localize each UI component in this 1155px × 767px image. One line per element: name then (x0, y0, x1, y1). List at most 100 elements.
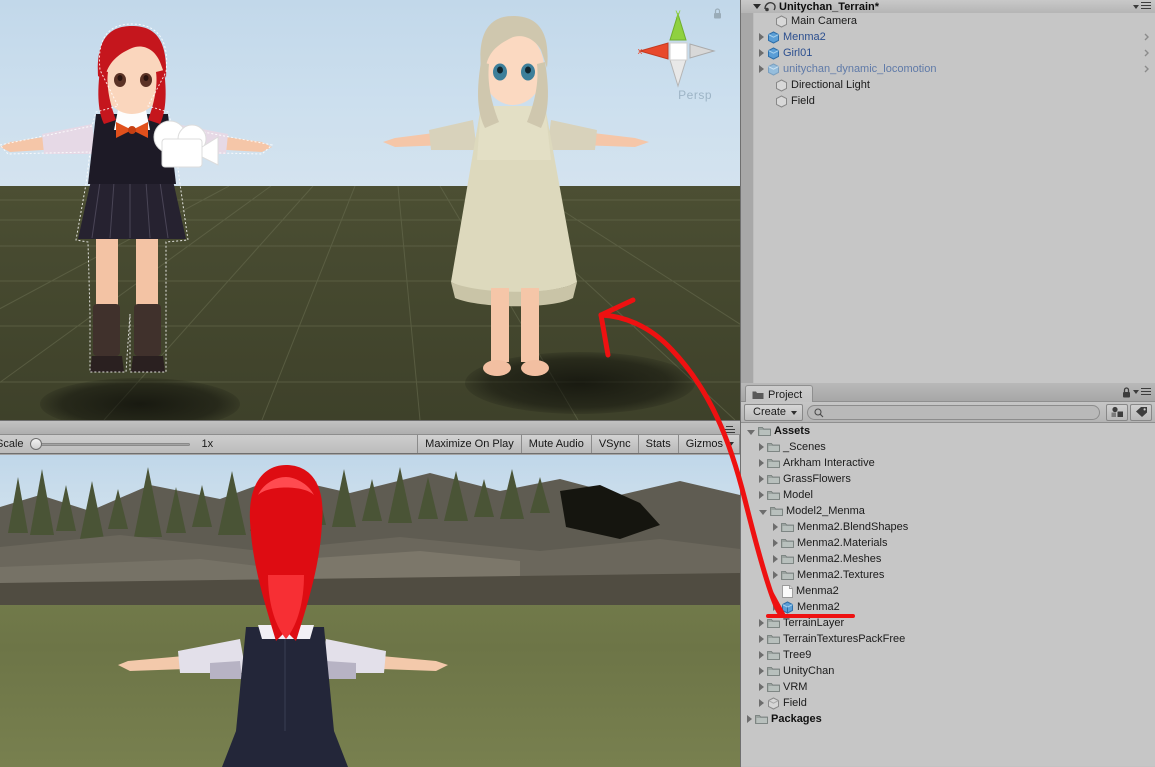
filter-by-type-button[interactable] (1106, 403, 1128, 421)
stats-button[interactable]: Stats (637, 435, 678, 453)
expand-arrow-icon[interactable] (759, 683, 764, 691)
expand-arrow-icon[interactable] (759, 443, 764, 451)
search-input[interactable] (828, 405, 1093, 419)
expand-arrow-icon[interactable] (759, 667, 764, 675)
hierarchy-panel[interactable]: Unitychan_Terrain* Main Camera Menma2 Gi… (740, 0, 1155, 383)
gizmos-button[interactable]: Gizmos (677, 435, 740, 453)
lock-icon[interactable] (1122, 387, 1131, 398)
prefab-open-chevron-icon[interactable] (1144, 65, 1149, 73)
expand-arrow-icon[interactable] (759, 635, 764, 643)
project-item-menma2-meshes[interactable]: Menma2.Meshes (741, 551, 1155, 567)
expand-arrow-icon[interactable] (759, 49, 764, 57)
project-tree[interactable]: Assets _Scenes Arkham Interactive GrassF… (741, 423, 1155, 766)
expand-arrow-icon[interactable] (759, 651, 764, 659)
game-view-menu-icon[interactable] (724, 426, 735, 434)
expand-arrow-icon[interactable] (759, 510, 767, 515)
expand-arrow-icon[interactable] (759, 65, 764, 73)
project-item-menma2-textures[interactable]: Menma2.Textures (741, 567, 1155, 583)
project-item-model2-menma[interactable]: Model2_Menma (741, 503, 1155, 519)
hierarchy-item-directional-light[interactable]: Directional Light (741, 77, 1155, 93)
folder-icon (781, 554, 794, 564)
chevron-down-icon[interactable] (728, 442, 734, 446)
project-item-label: Field (783, 697, 807, 709)
project-item-packages[interactable]: Packages (741, 711, 1155, 727)
filter-by-type-icon (1111, 406, 1123, 417)
hierarchy-item-menma2[interactable]: Menma2 (741, 29, 1155, 45)
project-item-menma2-prefab[interactable]: Menma2 (741, 599, 1155, 615)
project-item-terraintexturespackfree[interactable]: TerrainTexturesPackFree (741, 631, 1155, 647)
create-button[interactable]: Create (744, 403, 804, 421)
project-item-menma2-materials[interactable]: Menma2.Materials (741, 535, 1155, 551)
expand-arrow-icon[interactable] (773, 523, 778, 531)
scale-slider-knob[interactable] (29, 438, 42, 450)
expand-arrow-icon[interactable] (759, 33, 764, 41)
hierarchy-item-field[interactable]: Field (741, 93, 1155, 109)
hierarchy-item-label: Field (791, 95, 815, 107)
expand-arrow-icon[interactable] (759, 475, 764, 483)
camera-gizmo-icon[interactable] (148, 115, 228, 177)
expand-arrow-icon[interactable] (759, 619, 764, 627)
project-item-label: Menma2.BlendShapes (797, 521, 909, 533)
expand-arrow-icon[interactable] (773, 539, 778, 547)
search-field[interactable] (807, 404, 1100, 420)
hierarchy-menu-icon[interactable] (1133, 2, 1151, 11)
expand-arrow-icon[interactable] (773, 571, 778, 579)
filter-by-label-button[interactable] (1130, 403, 1152, 421)
project-item-label: Menma2 (796, 585, 839, 597)
expand-arrow-icon[interactable] (747, 715, 752, 723)
scale-slider[interactable] (29, 437, 190, 451)
expand-arrow-icon[interactable] (759, 491, 764, 499)
mute-audio-button[interactable]: Mute Audio (520, 435, 591, 453)
project-item-tree9[interactable]: Tree9 (741, 647, 1155, 663)
project-item-unitychan[interactable]: UnityChan (741, 663, 1155, 679)
project-item-arkham-interactive[interactable]: Arkham Interactive (741, 455, 1155, 471)
filter-by-label-icon (1135, 407, 1147, 417)
project-item-label: Model (783, 489, 813, 501)
gameobject-icon (776, 94, 787, 108)
project-item-menma2-blendshapes[interactable]: Menma2.BlendShapes (741, 519, 1155, 535)
expand-arrow-icon[interactable] (747, 430, 755, 435)
folder-icon (755, 714, 768, 724)
prefab-open-chevron-icon[interactable] (1144, 33, 1149, 41)
folder-icon (767, 682, 780, 692)
hierarchy-item-girl01[interactable]: Girl01 (741, 45, 1155, 61)
maximize-on-play-button[interactable]: Maximize On Play (417, 435, 521, 453)
vsync-button[interactable]: VSync (590, 435, 638, 453)
hierarchy-item-main-camera[interactable]: Main Camera (741, 13, 1155, 29)
expand-arrow-icon[interactable] (759, 699, 764, 707)
folder-icon (752, 391, 764, 399)
document-icon (782, 584, 793, 598)
folder-icon (781, 538, 794, 548)
hierarchy-tree[interactable]: Main Camera Menma2 Girl01 unitychan_dyna… (741, 13, 1155, 383)
expand-arrow-icon[interactable] (773, 555, 778, 563)
project-item-vrm[interactable]: VRM (741, 679, 1155, 695)
folder-icon (758, 426, 771, 436)
project-item-terrainlayer[interactable]: TerrainLayer (741, 615, 1155, 631)
expand-arrow-icon[interactable] (759, 459, 764, 467)
scene-foldout-icon[interactable] (753, 4, 761, 9)
scene-gizmo-lock-icon[interactable] (713, 8, 722, 19)
prefab-icon (782, 600, 793, 614)
project-item-assets[interactable]: Assets (741, 423, 1155, 439)
project-item-scenes[interactable]: _Scenes (741, 439, 1155, 455)
project-item-label: TerrainTexturesPackFree (783, 633, 906, 645)
chevron-down-icon (791, 410, 798, 415)
tab-project[interactable]: Project (745, 385, 814, 403)
hierarchy-item-unitychan-dynamic-locomotion[interactable]: unitychan_dynamic_locomotion (741, 61, 1155, 77)
project-item-grassflowers[interactable]: GrassFlowers (741, 471, 1155, 487)
hierarchy-header: Unitychan_Terrain* (741, 0, 1155, 13)
game-view[interactable] (0, 455, 740, 767)
prefab-gray-icon (768, 696, 779, 710)
scene-view[interactable]: y x Persp (0, 0, 740, 420)
project-item-menma2-asset[interactable]: Menma2 (741, 583, 1155, 599)
expand-arrow-icon[interactable] (773, 603, 778, 611)
project-item-label: Arkham Interactive (783, 457, 875, 469)
prefab-icon (768, 30, 779, 44)
prefab-open-chevron-icon[interactable] (1144, 49, 1149, 57)
project-item-model[interactable]: Model (741, 487, 1155, 503)
folder-icon (767, 442, 780, 452)
project-panel[interactable]: Project Create Assets _Scenes Arkham Int… (740, 383, 1155, 767)
folder-icon (767, 666, 780, 676)
project-menu-icon[interactable] (1133, 388, 1151, 397)
project-item-field[interactable]: Field (741, 695, 1155, 711)
